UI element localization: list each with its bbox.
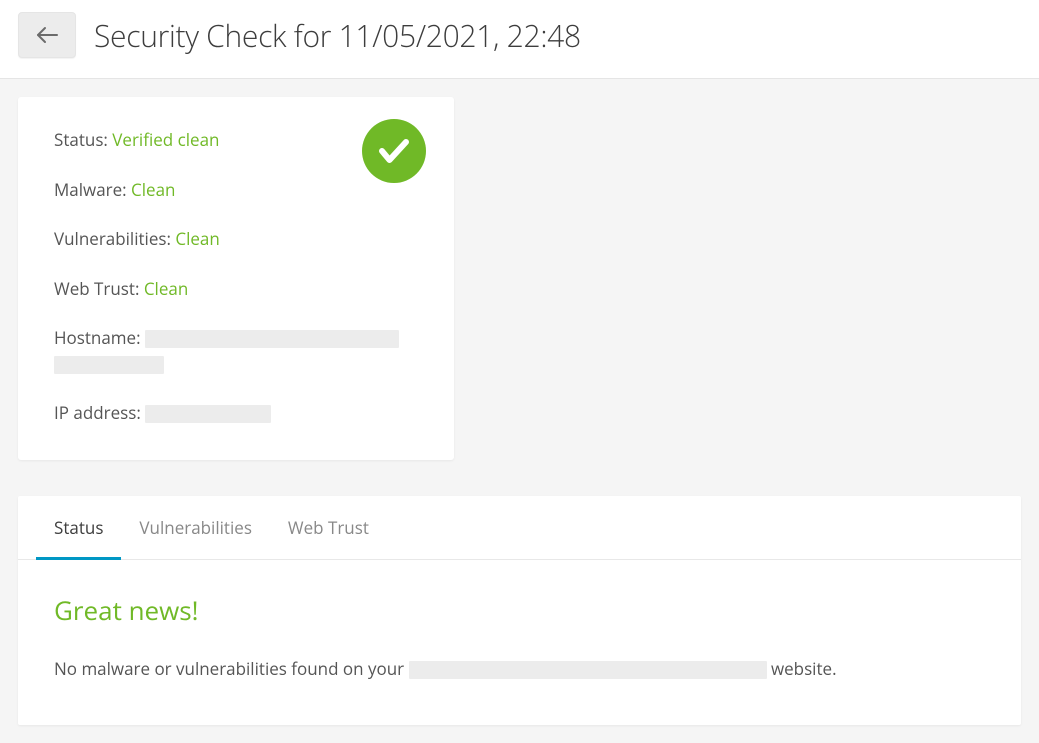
tab-bar: Status Vulnerabilities Web Trust bbox=[18, 496, 1021, 560]
webtrust-value: Clean bbox=[144, 277, 188, 300]
hostname-value-redacted bbox=[145, 330, 399, 348]
page-header: Security Check for 11/05/2021, 22:48 bbox=[0, 0, 1039, 79]
page-title: Security Check for 11/05/2021, 22:48 bbox=[94, 15, 581, 56]
summary-card: Status: Verified clean Malware: Clean Vu… bbox=[18, 97, 454, 460]
site-name-redacted bbox=[409, 661, 767, 679]
malware-row: Malware: Clean bbox=[54, 177, 418, 203]
result-description: No malware or vulnerabilities found on y… bbox=[54, 656, 985, 682]
desc-before: No malware or vulnerabilities found on y… bbox=[54, 657, 409, 680]
vulnerabilities-value: Clean bbox=[175, 227, 219, 250]
result-heading: Great news! bbox=[54, 592, 985, 628]
webtrust-row: Web Trust: Clean bbox=[54, 276, 418, 302]
hostname-row: Hostname: bbox=[54, 325, 418, 376]
check-circle-icon bbox=[362, 119, 426, 183]
hostname-label: Hostname: bbox=[54, 326, 145, 349]
ip-label: IP address: bbox=[54, 401, 145, 424]
details-panel: Status Vulnerabilities Web Trust Great n… bbox=[18, 496, 1021, 726]
ip-value-redacted bbox=[145, 405, 271, 423]
status-label: Status: bbox=[54, 128, 112, 151]
content-area: Status: Verified clean Malware: Clean Vu… bbox=[0, 79, 1039, 743]
status-value: Verified clean bbox=[112, 128, 219, 151]
vulnerabilities-row: Vulnerabilities: Clean bbox=[54, 226, 418, 252]
hostname-value-redacted-2 bbox=[54, 356, 164, 374]
tab-vulnerabilities[interactable]: Vulnerabilities bbox=[121, 496, 270, 560]
malware-label: Malware: bbox=[54, 178, 131, 201]
malware-value: Clean bbox=[131, 178, 175, 201]
tab-status[interactable]: Status bbox=[36, 496, 121, 560]
panel-body: Great news! No malware or vulnerabilitie… bbox=[18, 560, 1021, 726]
arrow-left-icon bbox=[35, 26, 59, 44]
desc-after: website. bbox=[767, 657, 837, 680]
back-button[interactable] bbox=[18, 12, 76, 58]
ip-row: IP address: bbox=[54, 400, 418, 426]
webtrust-label: Web Trust: bbox=[54, 277, 144, 300]
tab-webtrust[interactable]: Web Trust bbox=[270, 496, 387, 560]
vulnerabilities-label: Vulnerabilities: bbox=[54, 227, 175, 250]
